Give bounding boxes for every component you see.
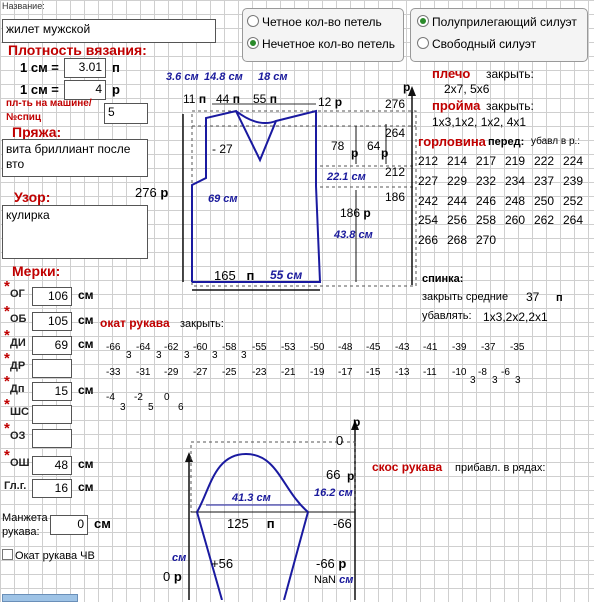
sleeve-cap-action: закрыть:: [180, 318, 224, 330]
sleeve-plus56: +56: [211, 556, 234, 571]
arrow-head-icon: [185, 452, 193, 462]
r186: 186: [385, 190, 406, 204]
r78: 78: [331, 139, 345, 153]
cm-neck: 14.8 см: [204, 71, 243, 83]
cm438: 43.8 см: [334, 229, 373, 241]
sleeve-zero-left: 0 р: [163, 569, 182, 584]
r78-unit: р: [351, 146, 359, 160]
back-heading: спинка:: [422, 273, 464, 285]
sleeve-right-edge: [283, 511, 309, 600]
shoulder-action: закрыть:: [486, 67, 534, 81]
sleeve-cm-left: см: [172, 552, 187, 564]
sleeve-arrow-label: р: [353, 415, 361, 429]
sleeve-cm162: 16.2 см: [314, 487, 353, 499]
minus27: - 27: [212, 142, 233, 156]
cm69: 69 см: [208, 193, 238, 205]
cm221: 22.1 см: [327, 171, 366, 183]
r276-top: 276: [385, 97, 406, 111]
sleeve-bevel-action: прибавл. в рядах:: [455, 462, 546, 474]
r186b: 186 р: [340, 206, 371, 220]
armhole-values: 1x3,1x2, 1x2, 4x1: [432, 115, 527, 129]
st-neck: 44 п: [216, 92, 240, 106]
shoulder-heading: плечо: [432, 66, 471, 81]
back-dec-values: 1x3,2x2,2x1: [483, 310, 548, 324]
sleeve-minus66b: -66 р: [316, 556, 347, 571]
sleeve-cap-heading: окат рукава: [100, 316, 170, 330]
shoulder-values: 2x7, 5x6: [444, 82, 490, 96]
r264: 264: [385, 126, 406, 140]
back-close-unit: п: [556, 292, 563, 304]
rows-arrow-label: р: [403, 80, 411, 94]
bottom165: 165 п: [214, 268, 255, 283]
sleeve-r66: 66: [326, 467, 341, 482]
cm-shoulder: 3.6 см: [166, 71, 199, 83]
r64-unit: р: [381, 146, 389, 160]
armhole-heading: пройма: [432, 98, 481, 113]
back-close-label: закрыть средние: [422, 291, 509, 303]
r-shoulder: 12 р: [318, 95, 343, 109]
sleeve-r66-unit: р: [347, 469, 355, 483]
sleeve-cm413: 41.3 см: [232, 492, 271, 504]
sleeve-zero-top: 0: [336, 433, 344, 448]
sleeve-nan: NaN см: [314, 574, 354, 586]
r212: 212: [385, 165, 406, 179]
sleeve-bevel-heading: скос рукава: [372, 460, 443, 474]
sleeve-st125: 125 п: [227, 516, 275, 531]
r64: 64: [367, 139, 381, 153]
back-close-value: 37: [526, 290, 540, 304]
armhole-action: закрыть:: [486, 99, 534, 113]
neck-front: перед:: [488, 136, 525, 148]
st-shoulder: 11 п: [183, 92, 207, 106]
cm-half: 18 см: [258, 71, 288, 83]
back-dec-label: убавлять:: [422, 310, 472, 322]
sleeve-minus66a: -66: [333, 516, 352, 531]
bottom-cm: 55 см: [270, 268, 303, 282]
neck-heading: горловина: [418, 134, 486, 149]
left276: 276 р: [135, 185, 169, 200]
st-half: 55 п: [253, 92, 277, 106]
neck-dec: убавл в р.:: [531, 136, 581, 147]
